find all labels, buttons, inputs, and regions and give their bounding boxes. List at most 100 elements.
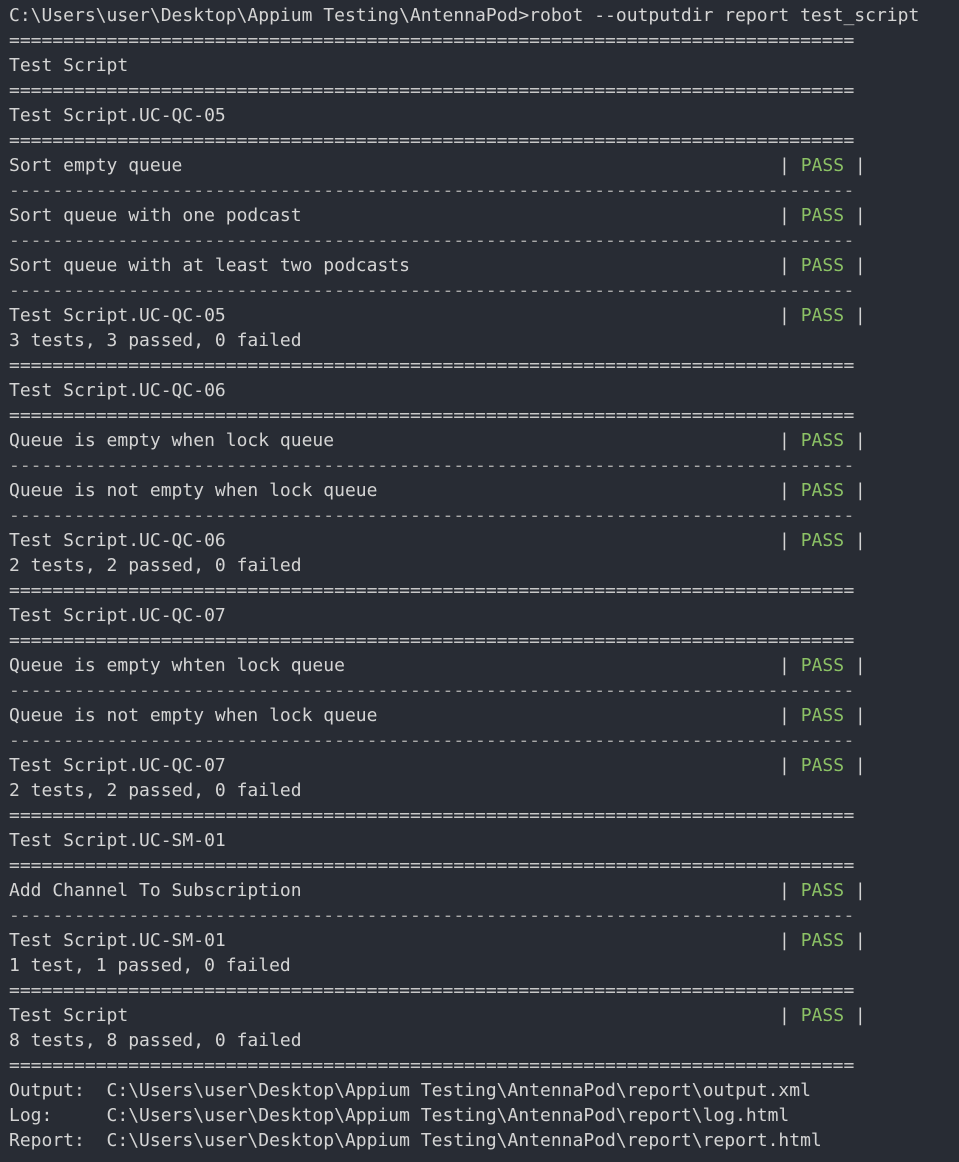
separator-single: ----------------------------------------…	[9, 730, 855, 751]
test-name: Queue is empty when lock queue	[9, 430, 335, 451]
test-result-line: Add Channel To Subscription | PASS |	[9, 878, 949, 903]
separator-single: ----------------------------------------…	[9, 680, 855, 701]
pass-badge: PASS	[800, 530, 845, 551]
separator-single: ----------------------------------------…	[9, 280, 855, 301]
terminal-output: C:\Users\user\Desktop\Appium Testing\Ant…	[9, 3, 949, 1153]
test-name: Test Script.UC-QC-06	[9, 530, 226, 551]
output-text-line: 3 tests, 3 passed, 0 failed	[9, 330, 302, 351]
test-name: Test Script.UC-QC-07	[9, 755, 226, 776]
test-result-line: Test Script | PASS |	[9, 1003, 949, 1028]
pass-badge: PASS	[800, 255, 845, 276]
test-status: | PASS |	[779, 528, 866, 553]
output-text-line: Report: C:\Users\user\Desktop\Appium Tes…	[9, 1130, 822, 1151]
test-result-line: Queue is empty whten lock queue | PASS |	[9, 653, 949, 678]
test-result-line: Queue is not empty when lock queue | PASS…	[9, 478, 949, 503]
test-name: Test Script	[9, 1005, 129, 1026]
separator-double: ========================================…	[9, 855, 855, 876]
status-bar-right: |	[854, 655, 866, 676]
output-lines: ========================================…	[9, 28, 949, 1153]
status-bar-left: |	[779, 755, 790, 776]
status-bar-left: |	[779, 255, 790, 276]
status-bar-left: |	[779, 1005, 790, 1026]
test-result-line: Sort queue with one podcast | PASS |	[9, 203, 949, 228]
output-text-line: Test Script	[9, 55, 129, 76]
status-bar-right: |	[854, 255, 866, 276]
status-bar-left: |	[779, 155, 790, 176]
test-result-line: Queue is empty when lock queue | PASS |	[9, 428, 949, 453]
output-text-line: Output: C:\Users\user\Desktop\Appium Tes…	[9, 1080, 811, 1101]
separator-single: ----------------------------------------…	[9, 180, 855, 201]
test-status: | PASS |	[779, 253, 866, 278]
test-status: | PASS |	[779, 703, 866, 728]
test-result-line: Queue is not empty when lock queue | PASS…	[9, 703, 949, 728]
test-name: Sort empty queue	[9, 155, 183, 176]
test-result-line: Test Script.UC-QC-07 | PASS |	[9, 753, 949, 778]
test-result-line: Sort empty queue | PASS |	[9, 153, 949, 178]
status-bar-left: |	[779, 430, 790, 451]
status-bar-left: |	[779, 655, 790, 676]
output-text-line: Test Script.UC-QC-06	[9, 380, 226, 401]
test-status: | PASS |	[779, 653, 866, 678]
pass-badge: PASS	[800, 705, 845, 726]
status-bar-right: |	[854, 930, 866, 951]
test-result-line: Test Script.UC-SM-01 | PASS |	[9, 928, 949, 953]
status-bar-left: |	[779, 880, 790, 901]
status-bar-left: |	[779, 530, 790, 551]
separator-double: ========================================…	[9, 130, 855, 151]
test-status: | PASS |	[779, 753, 866, 778]
test-status: | PASS |	[779, 428, 866, 453]
separator-double: ========================================…	[9, 580, 855, 601]
pass-badge: PASS	[800, 655, 845, 676]
status-bar-right: |	[854, 530, 866, 551]
output-text-line: 2 tests, 2 passed, 0 failed	[9, 555, 302, 576]
output-text-line: Test Script.UC-QC-05	[9, 105, 226, 126]
pass-badge: PASS	[800, 880, 845, 901]
test-name: Queue is not empty when lock queue	[9, 480, 378, 501]
test-name: Add Channel To Subscription	[9, 880, 302, 901]
separator-single: ----------------------------------------…	[9, 455, 855, 476]
status-bar-left: |	[779, 480, 790, 501]
separator-double: ========================================…	[9, 30, 855, 51]
separator-double: ========================================…	[9, 405, 855, 426]
separator-double: ========================================…	[9, 355, 855, 376]
separator-double: ========================================…	[9, 980, 855, 1001]
test-status: | PASS |	[779, 153, 866, 178]
status-bar-left: |	[779, 205, 790, 226]
status-bar-left: |	[779, 305, 790, 326]
command-line: C:\Users\user\Desktop\Appium Testing\Ant…	[9, 5, 920, 26]
test-name: Queue is not empty when lock queue	[9, 705, 378, 726]
status-bar-right: |	[854, 880, 866, 901]
output-text-line: Test Script.UC-SM-01	[9, 830, 226, 851]
test-status: | PASS |	[779, 1003, 866, 1028]
status-bar-right: |	[854, 705, 866, 726]
separator-double: ========================================…	[9, 805, 855, 826]
pass-badge: PASS	[800, 1005, 845, 1026]
separator-double: ========================================…	[9, 1055, 855, 1076]
output-text-line: Log: C:\Users\user\Desktop\Appium Testin…	[9, 1105, 790, 1126]
output-text-line: 2 tests, 2 passed, 0 failed	[9, 780, 302, 801]
status-bar-right: |	[854, 430, 866, 451]
test-status: | PASS |	[779, 203, 866, 228]
test-status: | PASS |	[779, 478, 866, 503]
pass-badge: PASS	[800, 430, 845, 451]
separator-double: ========================================…	[9, 80, 855, 101]
separator-single: ----------------------------------------…	[9, 230, 855, 251]
test-status: | PASS |	[779, 878, 866, 903]
test-status: | PASS |	[779, 303, 866, 328]
pass-badge: PASS	[800, 930, 845, 951]
test-result-line: Test Script.UC-QC-06 | PASS |	[9, 528, 949, 553]
pass-badge: PASS	[800, 305, 845, 326]
status-bar-right: |	[854, 305, 866, 326]
separator-double: ========================================…	[9, 630, 855, 651]
test-name: Sort queue with one podcast	[9, 205, 302, 226]
pass-badge: PASS	[800, 755, 845, 776]
test-status: | PASS |	[779, 928, 866, 953]
status-bar-right: |	[854, 205, 866, 226]
test-result-line: Sort queue with at least two podcasts | P…	[9, 253, 949, 278]
test-name: Queue is empty whten lock queue	[9, 655, 345, 676]
status-bar-right: |	[854, 155, 866, 176]
pass-badge: PASS	[800, 480, 845, 501]
pass-badge: PASS	[800, 155, 845, 176]
pass-badge: PASS	[800, 205, 845, 226]
test-name: Test Script.UC-SM-01	[9, 930, 226, 951]
